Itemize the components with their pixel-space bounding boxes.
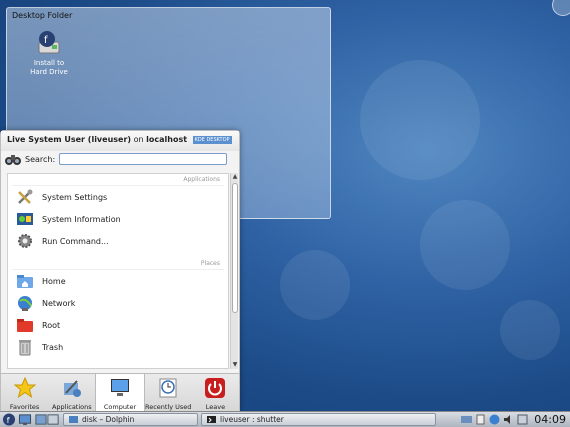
- task-shutter[interactable]: liveuser : shutter: [201, 413, 436, 426]
- menu-item-system-settings[interactable]: System Settings: [8, 186, 228, 208]
- tab-applications[interactable]: Applications: [48, 374, 95, 413]
- menu-scrollbar[interactable]: ▲ ▼: [230, 173, 238, 369]
- menu-item-label: Home: [42, 276, 66, 286]
- menu-tabs: Favorites Applications Computer Recently…: [1, 373, 239, 413]
- user-label: Live System User (liveuser): [7, 135, 132, 144]
- on-text: on: [133, 135, 144, 144]
- show-desktop-icon[interactable]: [18, 413, 32, 426]
- menu-item-label: Root: [42, 320, 61, 330]
- fedora-disk-icon: f: [36, 30, 62, 56]
- task-dolphin[interactable]: disk – Dolphin: [63, 413, 198, 426]
- binoculars-icon: [5, 155, 21, 165]
- menu-item-label: System Settings: [42, 192, 108, 202]
- scrollbar-thumb[interactable]: [232, 183, 238, 313]
- clock[interactable]: 04:09: [534, 413, 566, 426]
- tab-recently-used[interactable]: Recently Used: [145, 374, 192, 413]
- bokeh-light: [420, 200, 510, 290]
- clock-icon: [159, 378, 177, 398]
- star-icon: [13, 376, 36, 399]
- menu-item-label: Run Command...: [42, 236, 109, 246]
- menu-item-label: Network: [42, 298, 76, 308]
- computer-icon: [111, 379, 129, 396]
- kde-badge: KDE DESKTOP: [192, 136, 232, 144]
- home-folder-icon: [17, 275, 33, 288]
- tab-label: Favorites: [9, 403, 40, 411]
- menu-item-root[interactable]: Root: [8, 314, 228, 336]
- system-tray: [461, 414, 528, 425]
- install-label: Install to Hard Drive: [30, 59, 68, 76]
- menu-list: Applications System Settings System Info…: [7, 173, 229, 369]
- svg-text:f: f: [44, 35, 48, 46]
- fedora-launcher-icon[interactable]: f: [2, 413, 16, 426]
- tab-label: Applications: [51, 403, 92, 411]
- menu-header: Live System User (liveuser) on localhost…: [1, 131, 239, 151]
- tab-label: Leave: [205, 403, 226, 411]
- volume-tray-icon[interactable]: [503, 414, 514, 425]
- tools-icon: [18, 189, 33, 204]
- desktop-toolbox-corner[interactable]: [552, 0, 570, 16]
- bokeh-light: [360, 60, 480, 180]
- search-input[interactable]: [59, 153, 228, 165]
- menu-item-label: System Information: [42, 214, 121, 224]
- pager-icon[interactable]: [34, 413, 60, 426]
- clipboard-tray-icon[interactable]: [475, 414, 486, 425]
- scroll-up-arrow-icon[interactable]: ▲: [231, 173, 239, 181]
- install-to-hard-drive-launcher[interactable]: f Install to Hard Drive: [29, 30, 69, 77]
- system-info-icon: [17, 213, 33, 225]
- host-label: localhost: [146, 135, 188, 144]
- tab-leave[interactable]: Leave: [192, 374, 239, 413]
- gear-icon: [18, 234, 32, 248]
- kickoff-menu: Live System User (liveuser) on localhost…: [0, 130, 241, 413]
- updates-tray-icon[interactable]: [489, 414, 500, 425]
- power-icon: [205, 378, 226, 398]
- task-label: disk – Dolphin: [82, 415, 135, 424]
- trash-icon: [19, 340, 31, 356]
- tab-favorites[interactable]: Favorites: [1, 374, 48, 413]
- menu-item-network[interactable]: Network: [8, 292, 228, 314]
- globe-icon: [18, 296, 32, 311]
- applications-icon: [63, 380, 81, 397]
- red-folder-icon: [17, 319, 33, 332]
- dolphin-icon: [69, 416, 78, 423]
- section-header-places: Places: [12, 258, 224, 270]
- tab-label: Recently Used: [144, 403, 192, 411]
- network-tray-icon[interactable]: [461, 414, 472, 425]
- section-header-applications: Applications: [12, 174, 224, 186]
- bokeh-light: [500, 300, 560, 360]
- menu-item-system-information[interactable]: System Information: [8, 208, 228, 230]
- menu-item-trash[interactable]: Trash: [8, 336, 228, 358]
- terminal-icon: [207, 416, 216, 423]
- search-label: Search:: [25, 154, 56, 164]
- scroll-down-arrow-icon[interactable]: ▼: [231, 361, 239, 369]
- menu-item-label: Trash: [42, 342, 64, 352]
- tab-computer[interactable]: Computer: [95, 374, 145, 413]
- task-label: liveuser : shutter: [220, 415, 284, 424]
- search-row: Search:: [1, 150, 241, 168]
- menu-item-home[interactable]: Home: [8, 270, 228, 292]
- folder-title: Desktop Folder: [12, 11, 73, 20]
- bokeh-light: [280, 250, 350, 320]
- menu-item-run-command[interactable]: Run Command...: [8, 230, 228, 252]
- notifications-tray-icon[interactable]: [517, 414, 528, 425]
- tab-label: Computer: [103, 403, 137, 411]
- taskbar: f disk – Dolphin liveuser : shutter 04:0…: [0, 411, 570, 427]
